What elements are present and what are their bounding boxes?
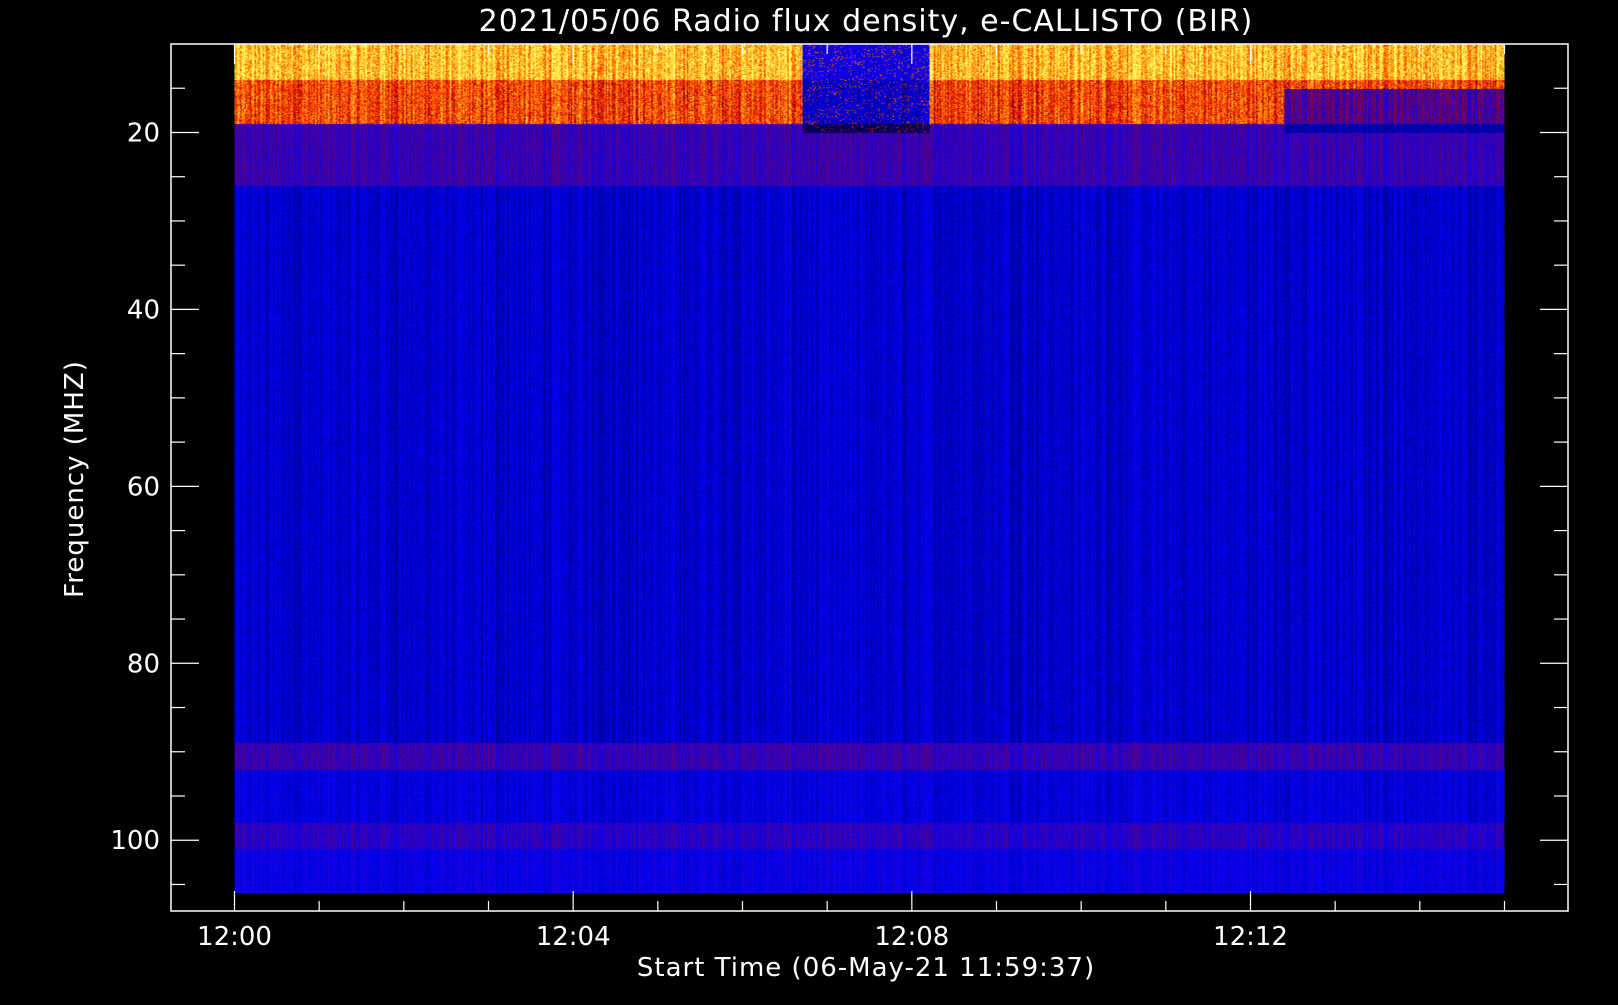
x-tick-label: 12:00 <box>197 922 272 952</box>
y-tick-label: 80 <box>127 649 160 679</box>
chart-title: 2021/05/06 Radio flux density, e-CALLIST… <box>479 4 1254 39</box>
y-tick-label: 60 <box>127 472 160 502</box>
spectrogram-chart: 2021/05/06 Radio flux density, e-CALLIST… <box>0 0 1618 1000</box>
x-tick-label: 12:08 <box>874 922 949 952</box>
x-axis-title: Start Time (06-May-21 11:59:37) <box>637 953 1095 983</box>
x-tick-label: 12:04 <box>536 922 611 952</box>
spectrogram-heatmap <box>234 44 1505 893</box>
y-axis-title: Frequency (MHZ) <box>60 360 90 598</box>
y-tick-label: 40 <box>127 295 160 325</box>
chart-svg: 2021/05/06 Radio flux density, e-CALLIST… <box>0 0 1618 1000</box>
x-tick-label: 12:12 <box>1213 922 1288 952</box>
y-tick-label: 20 <box>127 118 160 148</box>
y-tick-label: 100 <box>110 826 160 856</box>
